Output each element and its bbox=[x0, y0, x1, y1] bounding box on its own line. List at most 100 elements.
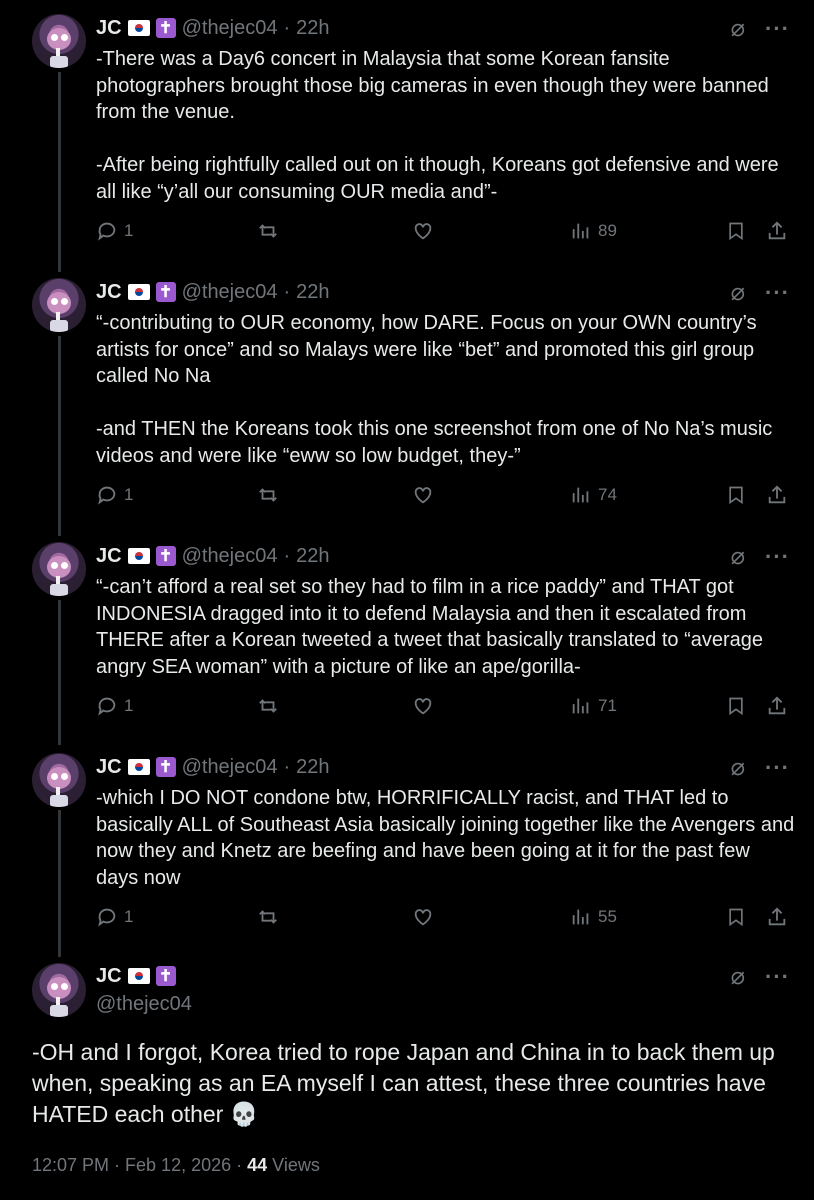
grok-icon[interactable]: ⌀ bbox=[731, 14, 745, 43]
retweet-button[interactable] bbox=[256, 906, 280, 928]
share-button[interactable] bbox=[766, 695, 788, 717]
like-icon bbox=[414, 223, 432, 240]
views-button[interactable]: 71 bbox=[570, 695, 617, 717]
reply-icon bbox=[98, 222, 116, 241]
bookmark-icon bbox=[729, 908, 743, 927]
views-button[interactable]: 74 bbox=[570, 484, 617, 506]
views-button[interactable]: 89 bbox=[570, 220, 617, 242]
separator-dot: · bbox=[283, 544, 291, 567]
handle[interactable]: @thejec04 bbox=[182, 756, 278, 779]
time[interactable]: 22h bbox=[296, 281, 329, 304]
time[interactable]: 22h bbox=[296, 17, 329, 40]
tweet-text: -There was a Day6 concert in Malaysia th… bbox=[96, 48, 779, 203]
tweet-header: JC ✝ @thejec04 · 22h bbox=[96, 753, 330, 781]
display-name[interactable]: JC bbox=[96, 965, 122, 988]
bookmark-button[interactable] bbox=[726, 906, 746, 928]
views-label: Views bbox=[267, 1155, 320, 1175]
views-icon bbox=[572, 487, 589, 503]
reply-button[interactable]: 1 bbox=[96, 906, 133, 928]
share-button[interactable] bbox=[766, 220, 788, 242]
reply-icon bbox=[98, 908, 116, 927]
retweet-icon bbox=[259, 699, 277, 713]
tweet-header: JC ✝ @thejec04 · 22h bbox=[96, 278, 330, 306]
share-button[interactable] bbox=[766, 484, 788, 506]
grok-icon[interactable]: ⌀ bbox=[731, 962, 745, 991]
reply-button[interactable]: 1 bbox=[96, 484, 133, 506]
share-button[interactable] bbox=[766, 906, 788, 928]
reply-icon bbox=[98, 486, 116, 505]
separator-dot: · bbox=[283, 16, 291, 39]
tweet-top-icons: ⌀ ··· bbox=[731, 278, 790, 307]
display-name[interactable]: JC bbox=[96, 756, 122, 779]
reply-icon bbox=[98, 697, 116, 716]
main-header: JC ✝ bbox=[96, 962, 176, 990]
thread-line bbox=[58, 600, 61, 745]
views-button[interactable]: 55 bbox=[570, 906, 617, 928]
bookmark-button[interactable] bbox=[726, 695, 746, 717]
more-icon[interactable]: ··· bbox=[765, 280, 790, 306]
reply-count: 1 bbox=[124, 221, 134, 240]
views-icon bbox=[572, 223, 589, 239]
reply-count: 1 bbox=[124, 907, 134, 926]
cross-icon: ✝ bbox=[155, 18, 176, 38]
reply-button[interactable]: 1 bbox=[96, 695, 133, 717]
thread-line bbox=[58, 336, 61, 536]
time[interactable]: 22h bbox=[296, 756, 329, 779]
views-icon bbox=[572, 909, 589, 925]
share-icon bbox=[768, 696, 786, 715]
avatar[interactable] bbox=[32, 14, 86, 68]
views-count: 55 bbox=[598, 907, 617, 926]
timestamp[interactable]: 12:07 PM · Feb 12, 2026 · bbox=[32, 1155, 247, 1175]
display-name[interactable]: JC bbox=[96, 545, 122, 568]
main-tweet-text: -OH and I forgot, Korea tried to rope Ja… bbox=[32, 1039, 782, 1127]
retweet-button[interactable] bbox=[256, 484, 280, 506]
retweet-button[interactable] bbox=[256, 220, 280, 242]
reply-button[interactable]: 1 bbox=[96, 220, 133, 242]
grok-icon[interactable]: ⌀ bbox=[731, 753, 745, 782]
tweet-meta: 12:07 PM · Feb 12, 2026 · 44 Views bbox=[32, 1155, 320, 1176]
avatar[interactable] bbox=[32, 753, 86, 807]
views-icon bbox=[572, 698, 589, 714]
tweet-text: “-contributing to OUR economy, how DARE.… bbox=[96, 312, 773, 467]
flag-kr-icon bbox=[127, 968, 150, 984]
reply-count: 1 bbox=[124, 485, 134, 504]
separator-dot: · bbox=[283, 280, 291, 303]
like-button[interactable] bbox=[412, 484, 434, 506]
more-icon[interactable]: ··· bbox=[765, 964, 790, 990]
display-name[interactable]: JC bbox=[96, 281, 122, 304]
like-button[interactable] bbox=[412, 695, 434, 717]
handle[interactable]: @thejec04 bbox=[182, 17, 278, 40]
display-name[interactable]: JC bbox=[96, 17, 122, 40]
tweet-header: JC ✝ @thejec04 · 22h bbox=[96, 542, 330, 570]
main-top-icons: ⌀ ··· bbox=[731, 962, 790, 991]
time[interactable]: 22h bbox=[296, 545, 329, 568]
cross-icon: ✝ bbox=[155, 966, 176, 986]
like-button[interactable] bbox=[412, 220, 434, 242]
like-icon bbox=[414, 698, 432, 715]
reply-count: 1 bbox=[124, 696, 134, 715]
tweet-text: -which I DO NOT condone btw, HORRIFICALL… bbox=[96, 787, 800, 889]
grok-icon[interactable]: ⌀ bbox=[731, 542, 745, 571]
like-button[interactable] bbox=[412, 906, 434, 928]
avatar[interactable] bbox=[32, 278, 86, 332]
share-icon bbox=[768, 485, 786, 504]
tweet-top-icons: ⌀ ··· bbox=[731, 14, 790, 43]
retweet-icon bbox=[259, 224, 277, 238]
handle[interactable]: @thejec04 bbox=[96, 993, 192, 1016]
cross-icon: ✝ bbox=[155, 282, 176, 302]
grok-icon[interactable]: ⌀ bbox=[731, 278, 745, 307]
thread-line bbox=[58, 810, 61, 957]
bookmark-button[interactable] bbox=[726, 220, 746, 242]
tweet-text: “-can’t afford a real set so they had to… bbox=[96, 576, 769, 678]
bookmark-button[interactable] bbox=[726, 484, 746, 506]
avatar[interactable] bbox=[32, 542, 86, 596]
handle[interactable]: @thejec04 bbox=[182, 545, 278, 568]
handle[interactable]: @thejec04 bbox=[182, 281, 278, 304]
more-icon[interactable]: ··· bbox=[765, 544, 790, 570]
retweet-button[interactable] bbox=[256, 695, 280, 717]
more-icon[interactable]: ··· bbox=[765, 16, 790, 42]
views-count: 44 bbox=[247, 1155, 268, 1175]
more-icon[interactable]: ··· bbox=[765, 755, 790, 781]
avatar[interactable] bbox=[32, 963, 86, 1017]
flag-kr-icon bbox=[127, 20, 150, 36]
